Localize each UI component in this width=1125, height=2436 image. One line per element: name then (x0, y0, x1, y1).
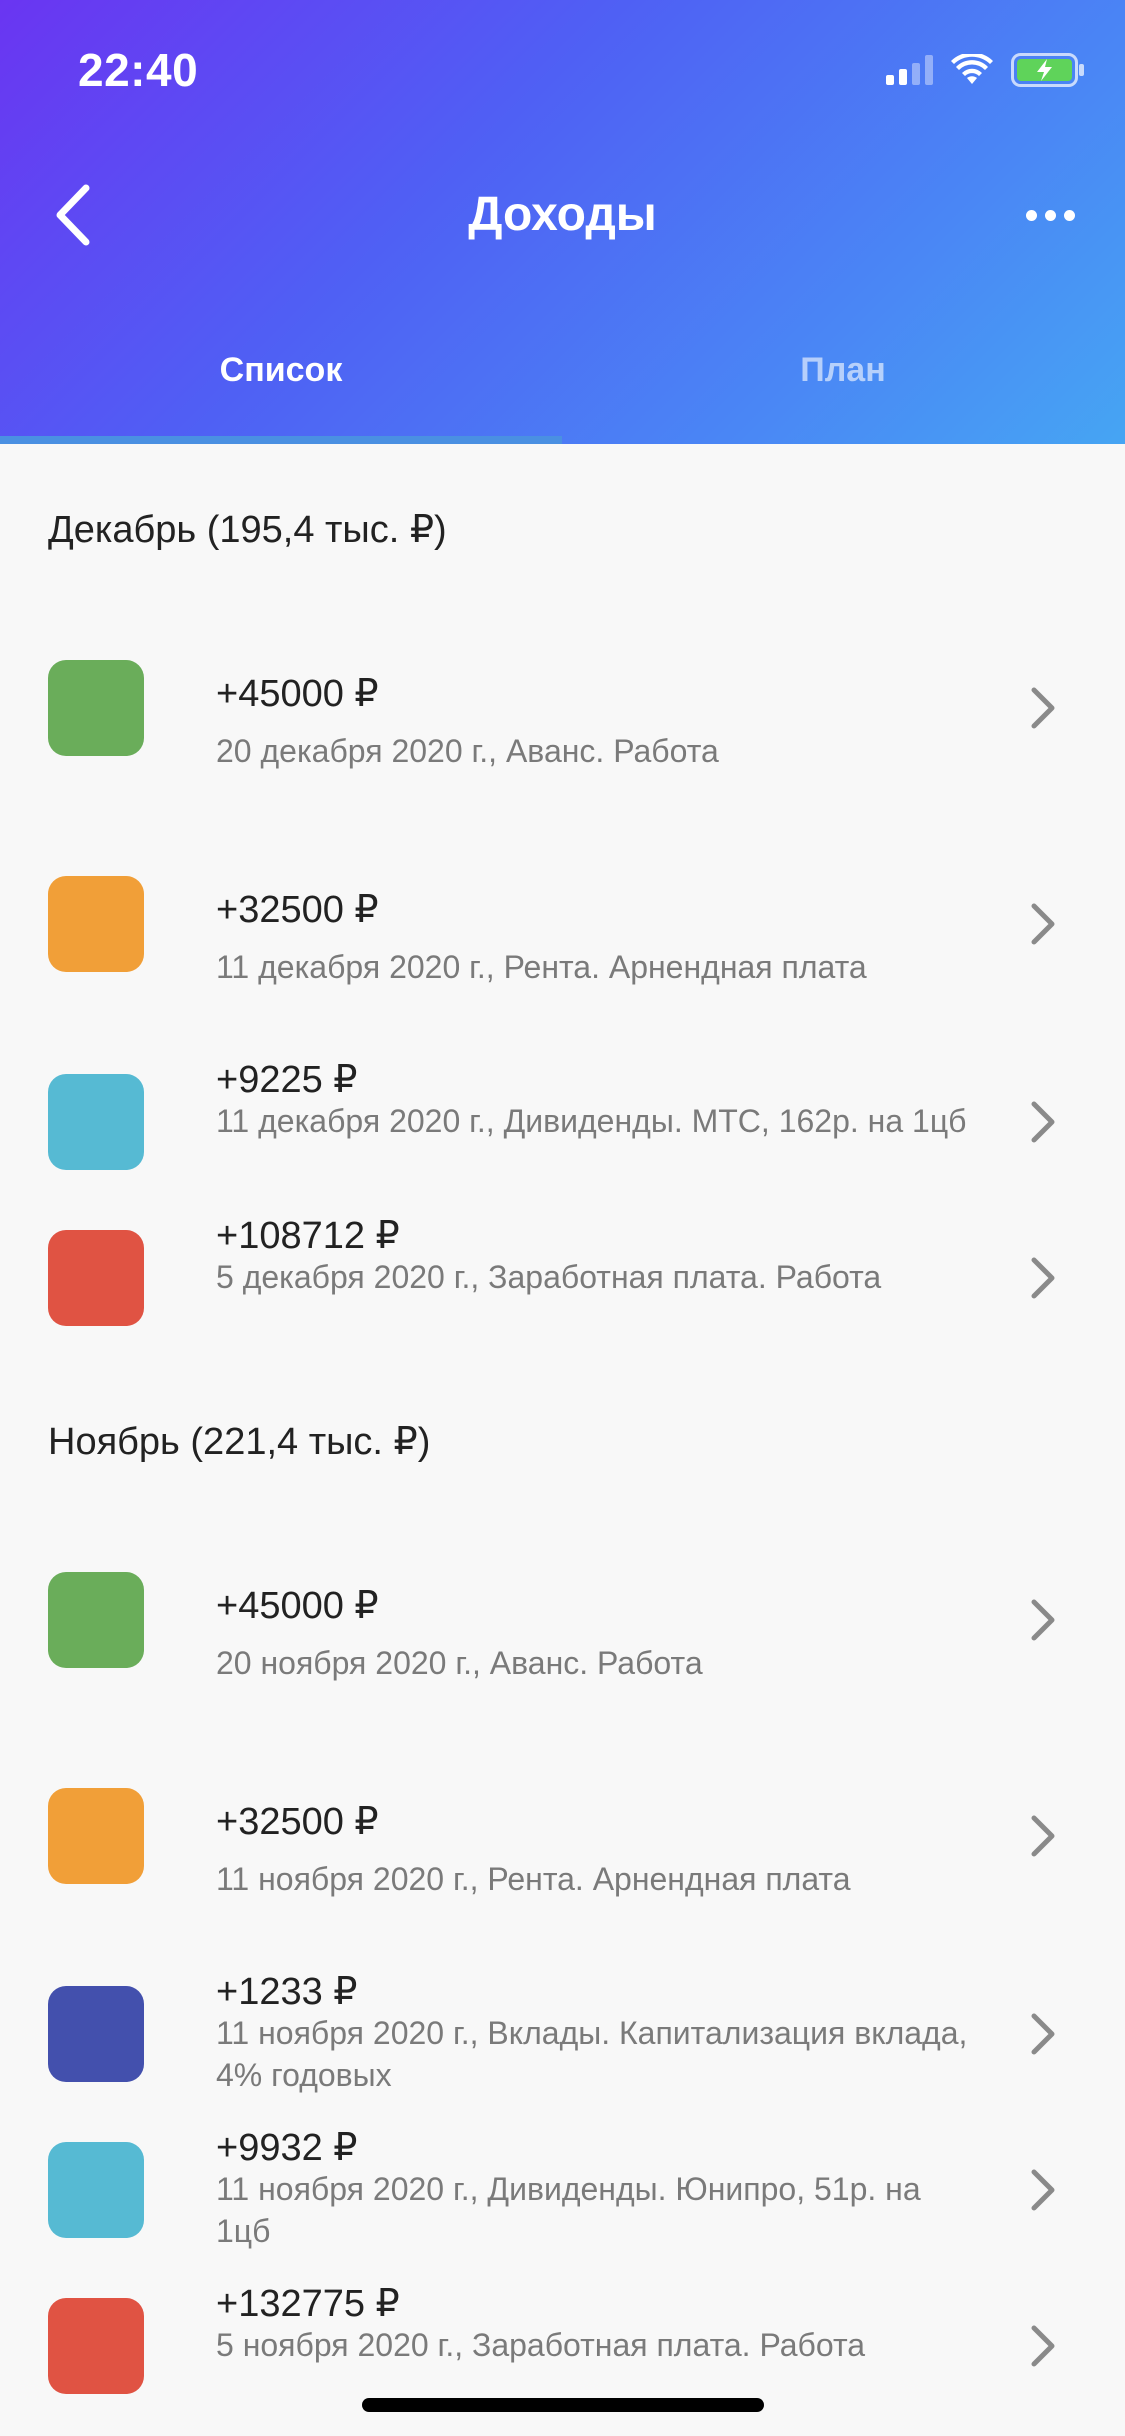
page-title: Доходы (468, 188, 657, 241)
list-item[interactable]: +1233 ₽ 11 ноября 2020 г., Вклады. Капит… (0, 1964, 1125, 2124)
chevron-right-icon (1031, 1101, 1055, 1143)
item-amount: +9932 ₽ (216, 2127, 358, 2169)
item-amount: +32500 ₽ (216, 1801, 379, 1843)
category-color (48, 1074, 144, 1170)
tab-list[interactable]: Список (0, 340, 562, 400)
list-item[interactable]: +32500 ₽ 11 декабря 2020 г., Рента. Арне… (0, 866, 1125, 1006)
section-header-december: Декабрь (195,4 тыс. ₽) (48, 509, 447, 551)
category-color (48, 1986, 144, 2082)
category-color (48, 876, 144, 972)
cellular-signal-icon (886, 55, 933, 85)
app-header: 22:40 Доходы Список План (0, 0, 1125, 444)
battery-charging-icon (1011, 53, 1085, 87)
chevron-right-icon (1031, 687, 1055, 729)
item-amount: +45000 ₽ (216, 1585, 379, 1627)
list-item[interactable]: +9932 ₽ 11 ноября 2020 г., Дивиденды. Юн… (0, 2120, 1125, 2280)
item-amount: +9225 ₽ (216, 1059, 358, 1101)
tab-indicator (0, 436, 562, 444)
item-amount: +108712 ₽ (216, 1215, 400, 1257)
section-header-november: Ноябрь (221,4 тыс. ₽) (48, 1421, 431, 1463)
more-horizontal-icon (1025, 209, 1037, 221)
more-button[interactable] (1015, 200, 1085, 230)
item-description: 11 ноября 2020 г., Рента. Арнендная плат… (216, 1861, 851, 1897)
item-amount: +32500 ₽ (216, 889, 379, 931)
chevron-right-icon (1031, 1599, 1055, 1641)
tab-plan[interactable]: План (562, 340, 1124, 400)
item-amount: +45000 ₽ (216, 673, 379, 715)
item-description: 5 декабря 2020 г., Заработная плата. Раб… (216, 1259, 882, 1295)
status-time: 22:40 (78, 44, 199, 96)
chevron-right-icon (1031, 2013, 1055, 2055)
list-item[interactable]: +9225 ₽ 11 декабря 2020 г., Дивиденды. М… (0, 1052, 1125, 1212)
category-color (48, 1572, 144, 1668)
list-item[interactable]: +132775 ₽ 5 ноября 2020 г., Заработная п… (0, 2276, 1125, 2436)
item-description: 11 ноября 2020 г., Вклады. Капитализация… (216, 2015, 968, 2093)
item-description: 20 декабря 2020 г., Аванс. Работа (216, 733, 719, 769)
category-color (48, 1788, 144, 1884)
chevron-right-icon (1031, 1815, 1055, 1857)
list-item[interactable]: +45000 ₽ 20 декабря 2020 г., Аванс. Рабо… (0, 650, 1125, 790)
list-item[interactable]: +32500 ₽ 11 ноября 2020 г., Рента. Арнен… (0, 1778, 1125, 1918)
item-description: 5 ноября 2020 г., Заработная плата. Рабо… (216, 2327, 866, 2363)
status-icons (886, 52, 1085, 88)
wifi-icon (951, 54, 993, 86)
category-color (48, 2298, 144, 2394)
category-color (48, 1230, 144, 1326)
chevron-right-icon (1031, 1257, 1055, 1299)
item-description: 11 декабря 2020 г., Рента. Арнендная пла… (216, 949, 867, 985)
chevron-right-icon (1031, 2325, 1055, 2367)
item-amount: +1233 ₽ (216, 1971, 358, 2013)
item-amount: +132775 ₽ (216, 2283, 400, 2325)
item-description: 11 ноября 2020 г., Дивиденды. Юнипро, 51… (216, 2171, 921, 2249)
chevron-right-icon (1031, 2169, 1055, 2211)
list-item[interactable]: +45000 ₽ 20 ноября 2020 г., Аванс. Работ… (0, 1562, 1125, 1702)
category-color (48, 660, 144, 756)
list-item[interactable]: +108712 ₽ 5 декабря 2020 г., Заработная … (0, 1208, 1125, 1368)
category-color (48, 2142, 144, 2238)
chevron-right-icon (1031, 903, 1055, 945)
home-indicator (362, 2398, 764, 2412)
item-description: 11 декабря 2020 г., Дивиденды. МТС, 162р… (216, 1103, 967, 1139)
item-description: 20 ноября 2020 г., Аванс. Работа (216, 1645, 703, 1681)
